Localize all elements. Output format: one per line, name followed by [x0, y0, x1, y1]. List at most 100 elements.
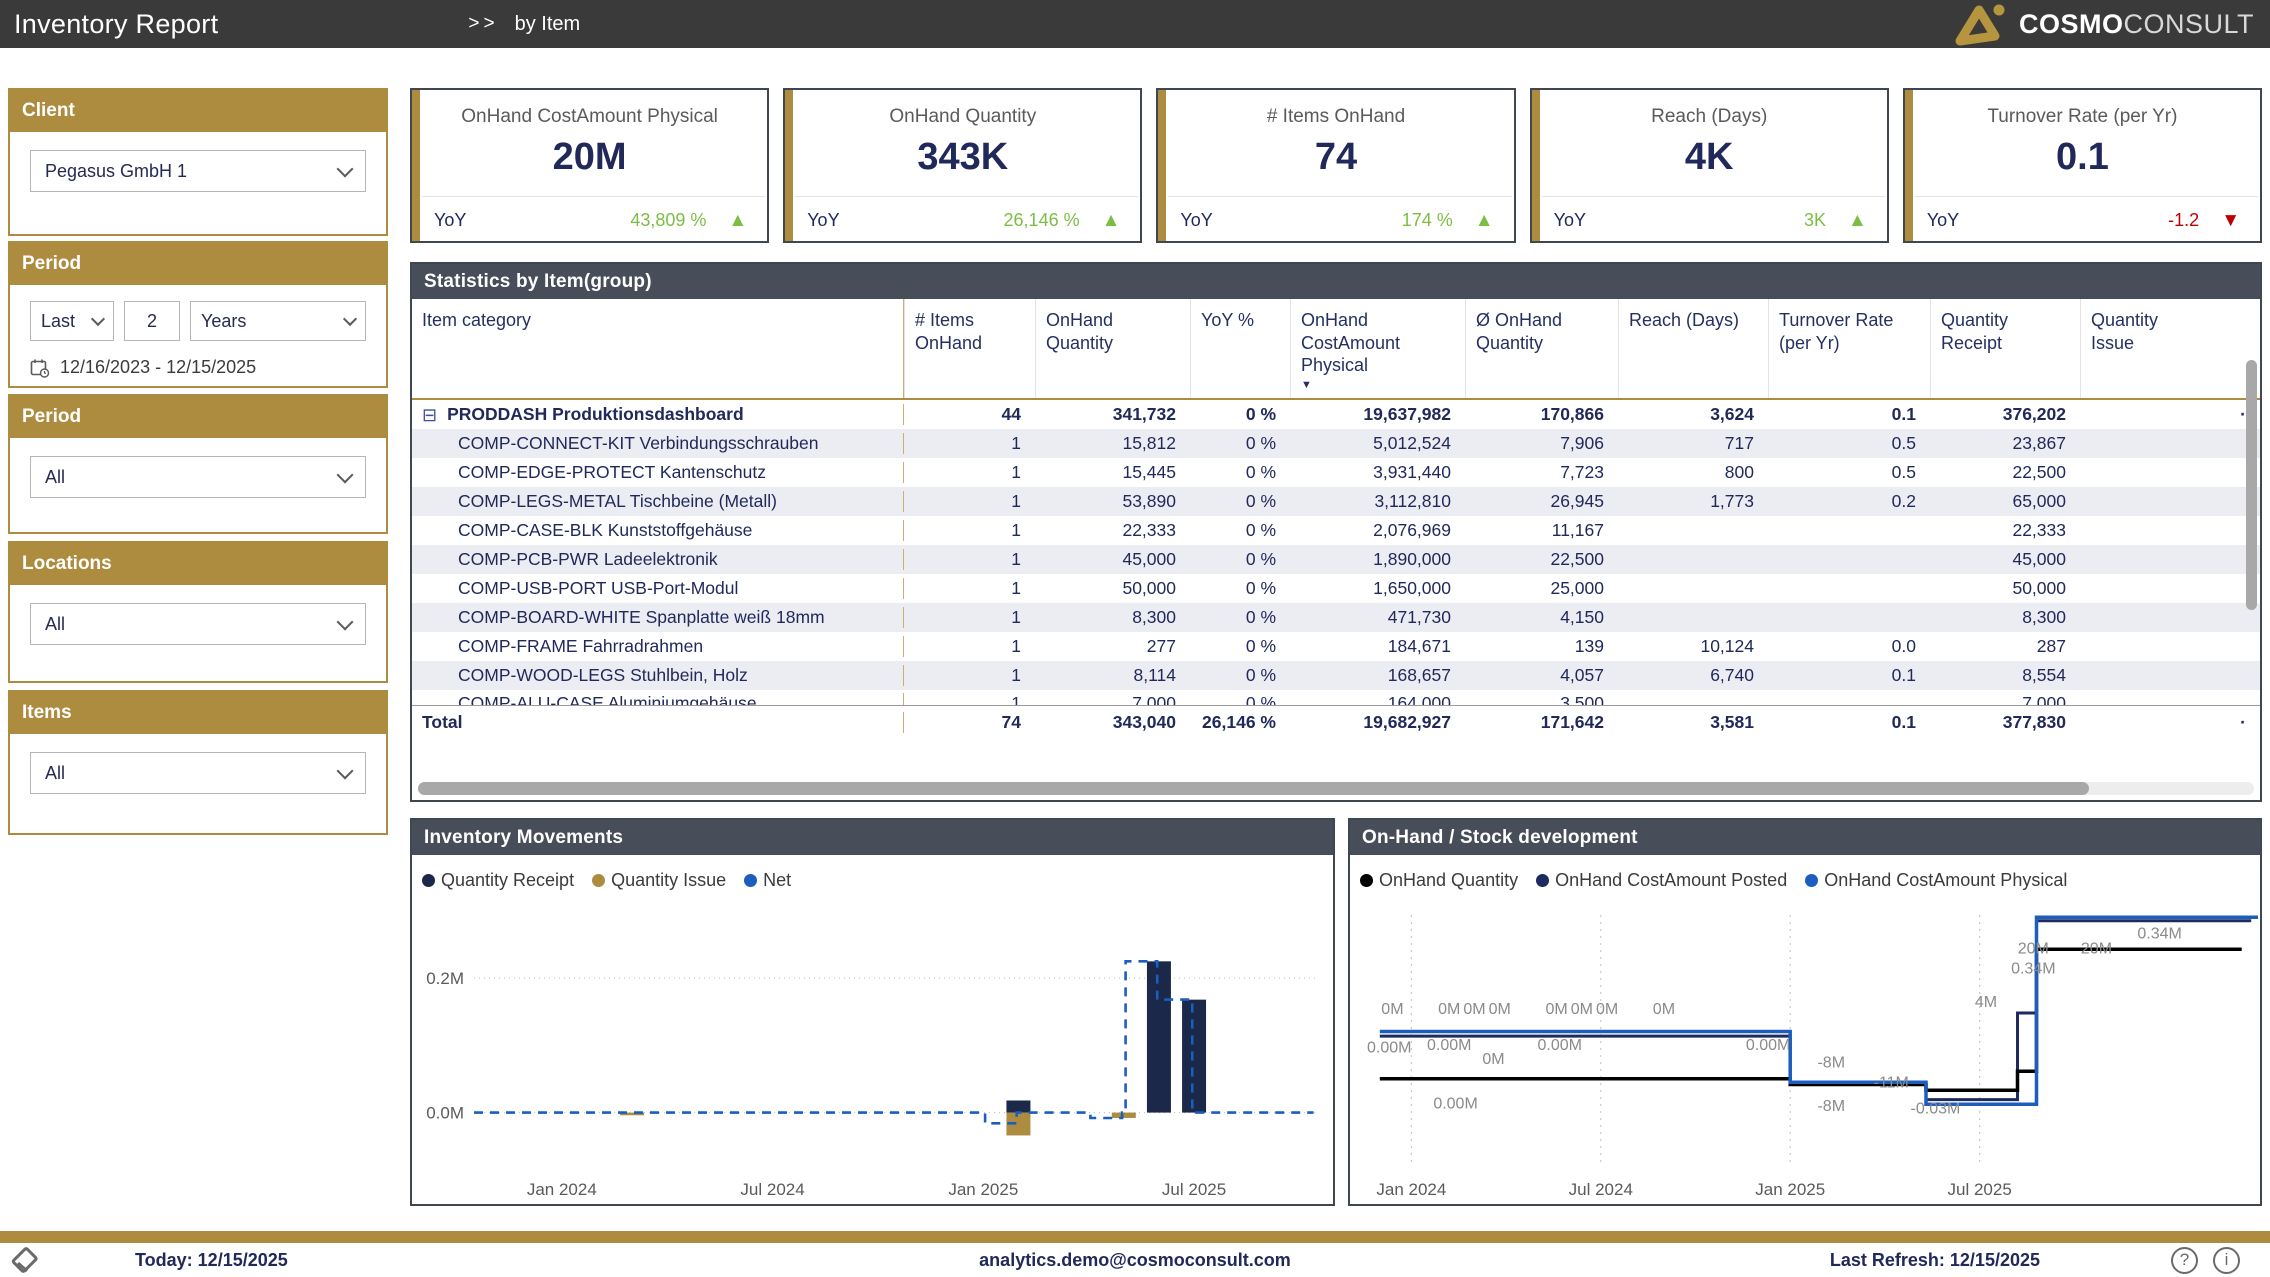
svg-text:Jan 2024: Jan 2024 [527, 1180, 597, 1199]
svg-text:Jan 2025: Jan 2025 [948, 1180, 1018, 1199]
value-cell: 1,773 [1618, 491, 1768, 512]
column-header[interactable]: Quantity Receipt [1930, 299, 2080, 398]
column-header[interactable]: OnHand Quantity [1035, 299, 1190, 398]
column-header[interactable]: # Items OnHand [904, 299, 1035, 398]
value-cell: 139 [1465, 636, 1618, 657]
kpi-divider [1915, 196, 2258, 197]
table-row[interactable]: COMP-CONNECT-KIT Verbindungsschrauben115… [412, 429, 2260, 458]
kpi-yoy-value: 3K [1804, 210, 1826, 231]
table-row[interactable]: COMP-BOARD-WHITE Spanplatte weiß 18mm18,… [412, 603, 2260, 632]
items-select[interactable]: All [30, 752, 366, 794]
column-header[interactable]: OnHand CostAmount Physical▼ [1290, 299, 1465, 398]
table-row[interactable]: COMP-ALU-CASE Aluminiumgehäuse17,0000 %1… [412, 690, 2260, 705]
column-header[interactable]: Quantity Issue [2080, 299, 2260, 398]
kpi-card-3[interactable]: # Items OnHand74YoY174 %▲ [1156, 88, 1515, 243]
locations-select[interactable]: All [30, 603, 366, 645]
period-select[interactable]: All [30, 456, 366, 498]
kpi-divider [1542, 196, 1885, 197]
legend-label: OnHand CostAmount Posted [1555, 870, 1787, 891]
svg-text:0M: 0M [1571, 1001, 1593, 1018]
column-header[interactable]: Turnover Rate (per Yr) [1768, 299, 1930, 398]
kpi-card-1[interactable]: OnHand CostAmount Physical20MYoY43,809 %… [410, 88, 769, 243]
period-unit-select[interactable]: Years [190, 301, 366, 341]
table-row[interactable]: COMP-EDGE-PROTECT Kantenschutz115,4450 %… [412, 458, 2260, 487]
inventory-movements-chart[interactable]: 0.2M0.0MJan 2024Jul 2024Jan 2025Jul 2025 [412, 895, 1331, 1207]
value-cell: 376,202 [1930, 404, 2080, 425]
value-cell: 1,650,000 [1290, 578, 1465, 599]
table-row[interactable]: COMP-PCB-PWR Ladeelektronik145,0000 %1,8… [412, 545, 2260, 574]
kpi-yoy-row: YoY43,809 %▲ [434, 199, 747, 241]
value-cell: 50,000 [1035, 578, 1190, 599]
legend-item: OnHand CostAmount Posted [1536, 870, 1787, 891]
period-count-input[interactable]: 2 [124, 301, 180, 341]
value-cell: 3,931,440 [1290, 462, 1465, 483]
value-cell: 8,114 [1035, 665, 1190, 686]
legend-label: Net [763, 870, 791, 891]
value-cell: 1 [904, 607, 1035, 628]
table-row[interactable]: COMP-LEGS-METAL Tischbeine (Metall)153,8… [412, 487, 2260, 516]
cosmo-triangle-icon [1947, 1, 2009, 47]
filter-card-period-relative: Period Last 2 Years [8, 241, 388, 388]
svg-text:Jul 2025: Jul 2025 [1948, 1180, 2012, 1199]
value-cell: 50,000 [1930, 578, 2080, 599]
kpi-card-4[interactable]: Reach (Days)4KYoY3K▲ [1530, 88, 1889, 243]
brand-wordmark: COSMOCONSULT [2019, 9, 2254, 40]
total-cell: 377,830 [1930, 712, 2080, 733]
client-select[interactable]: Pegasus GmbH 1 [30, 150, 366, 192]
svg-text:Jul 2025: Jul 2025 [1162, 1180, 1226, 1199]
table-row[interactable]: COMP-USB-PORT USB-Port-Modul150,0000 %1,… [412, 574, 2260, 603]
kpi-card-2[interactable]: OnHand Quantity343KYoY26,146 %▲ [783, 88, 1142, 243]
svg-text:0.00M: 0.00M [1367, 1040, 1411, 1057]
value-cell: 44 [904, 404, 1035, 425]
kpi-yoy-label: YoY [434, 210, 466, 231]
legend-dot-icon [744, 874, 757, 887]
item-category-label: PRODDASH Produktionsdashboard [447, 404, 744, 425]
value-cell: 8,300 [1035, 607, 1190, 628]
item-category-cell: ⊟ PRODDASH Produktionsdashboard [412, 404, 904, 425]
legend-dot-icon [422, 874, 435, 887]
filter-label: Client [10, 90, 386, 132]
kpi-gold-stripe [1532, 90, 1540, 241]
kpi-yoy-value: 174 % [1402, 210, 1453, 231]
inventory-movements-legend: Quantity ReceiptQuantity IssueNet [412, 855, 1333, 895]
item-category-cell: COMP-BOARD-WHITE Spanplatte weiß 18mm [412, 607, 904, 628]
table-row[interactable]: COMP-WOOD-LEGS Stuhlbein, Holz18,1140 %1… [412, 661, 2260, 690]
info-icon[interactable]: i [2213, 1247, 2240, 1274]
page-title: Inventory Report [14, 9, 218, 40]
inventory-movements-panel: Inventory Movements Quantity ReceiptQuan… [410, 818, 1335, 1206]
value-cell: 1 [904, 665, 1035, 686]
legend-label: Quantity Issue [611, 870, 726, 891]
collapse-icon[interactable]: ⊟ [422, 406, 437, 424]
svg-text:0.00M: 0.00M [1746, 1037, 1790, 1054]
svg-text:0.00M: 0.00M [1538, 1037, 1582, 1054]
column-header[interactable]: Reach (Days) [1618, 299, 1768, 398]
svg-text:0M: 0M [1438, 1001, 1460, 1018]
value-cell: 0 % [1190, 578, 1290, 599]
value-cell: 45,000 [1035, 549, 1190, 570]
kpi-yoy-label: YoY [1180, 210, 1212, 231]
legend-label: OnHand Quantity [1379, 870, 1518, 891]
legend-item: OnHand CostAmount Physical [1805, 870, 2067, 891]
svg-text:-0.03M: -0.03M [1911, 1100, 1961, 1117]
total-cell: Total [412, 712, 904, 733]
table-horizontal-scrollbar[interactable] [418, 782, 2089, 795]
help-icon[interactable]: ? [2171, 1247, 2198, 1274]
kpi-value: 74 [1158, 136, 1513, 179]
kpi-card-5[interactable]: Turnover Rate (per Yr)0.1YoY-1.2▼ [1903, 88, 2262, 243]
table-row[interactable]: COMP-CASE-BLK Kunststoffgehäuse122,3330 … [412, 516, 2260, 545]
footer-gold-bar [0, 1231, 2270, 1243]
value-cell: 1 [904, 578, 1035, 599]
column-header[interactable]: Item category [412, 299, 904, 398]
column-header[interactable]: YoY % [1190, 299, 1290, 398]
value-cell: 15,445 [1035, 462, 1190, 483]
svg-text:0.34M: 0.34M [2137, 926, 2181, 943]
table-row[interactable]: COMP-FRAME Fahrradrahmen12770 %184,67113… [412, 632, 2260, 661]
period-count-value: 2 [147, 311, 157, 332]
table-group-row[interactable]: ⊟PRODDASH Produktionsdashboard44341,7320… [412, 400, 2260, 429]
value-cell: 2,076,969 [1290, 520, 1465, 541]
column-header[interactable]: Ø OnHand Quantity [1465, 299, 1618, 398]
period-mode-select[interactable]: Last [30, 301, 114, 341]
value-cell: 11,167 [1465, 520, 1618, 541]
table-vertical-scrollbar[interactable] [2246, 360, 2257, 610]
stock-development-chart[interactable]: Jan 2024Jul 2024Jan 2025Jul 20250M0M0M0M… [1350, 895, 2258, 1207]
